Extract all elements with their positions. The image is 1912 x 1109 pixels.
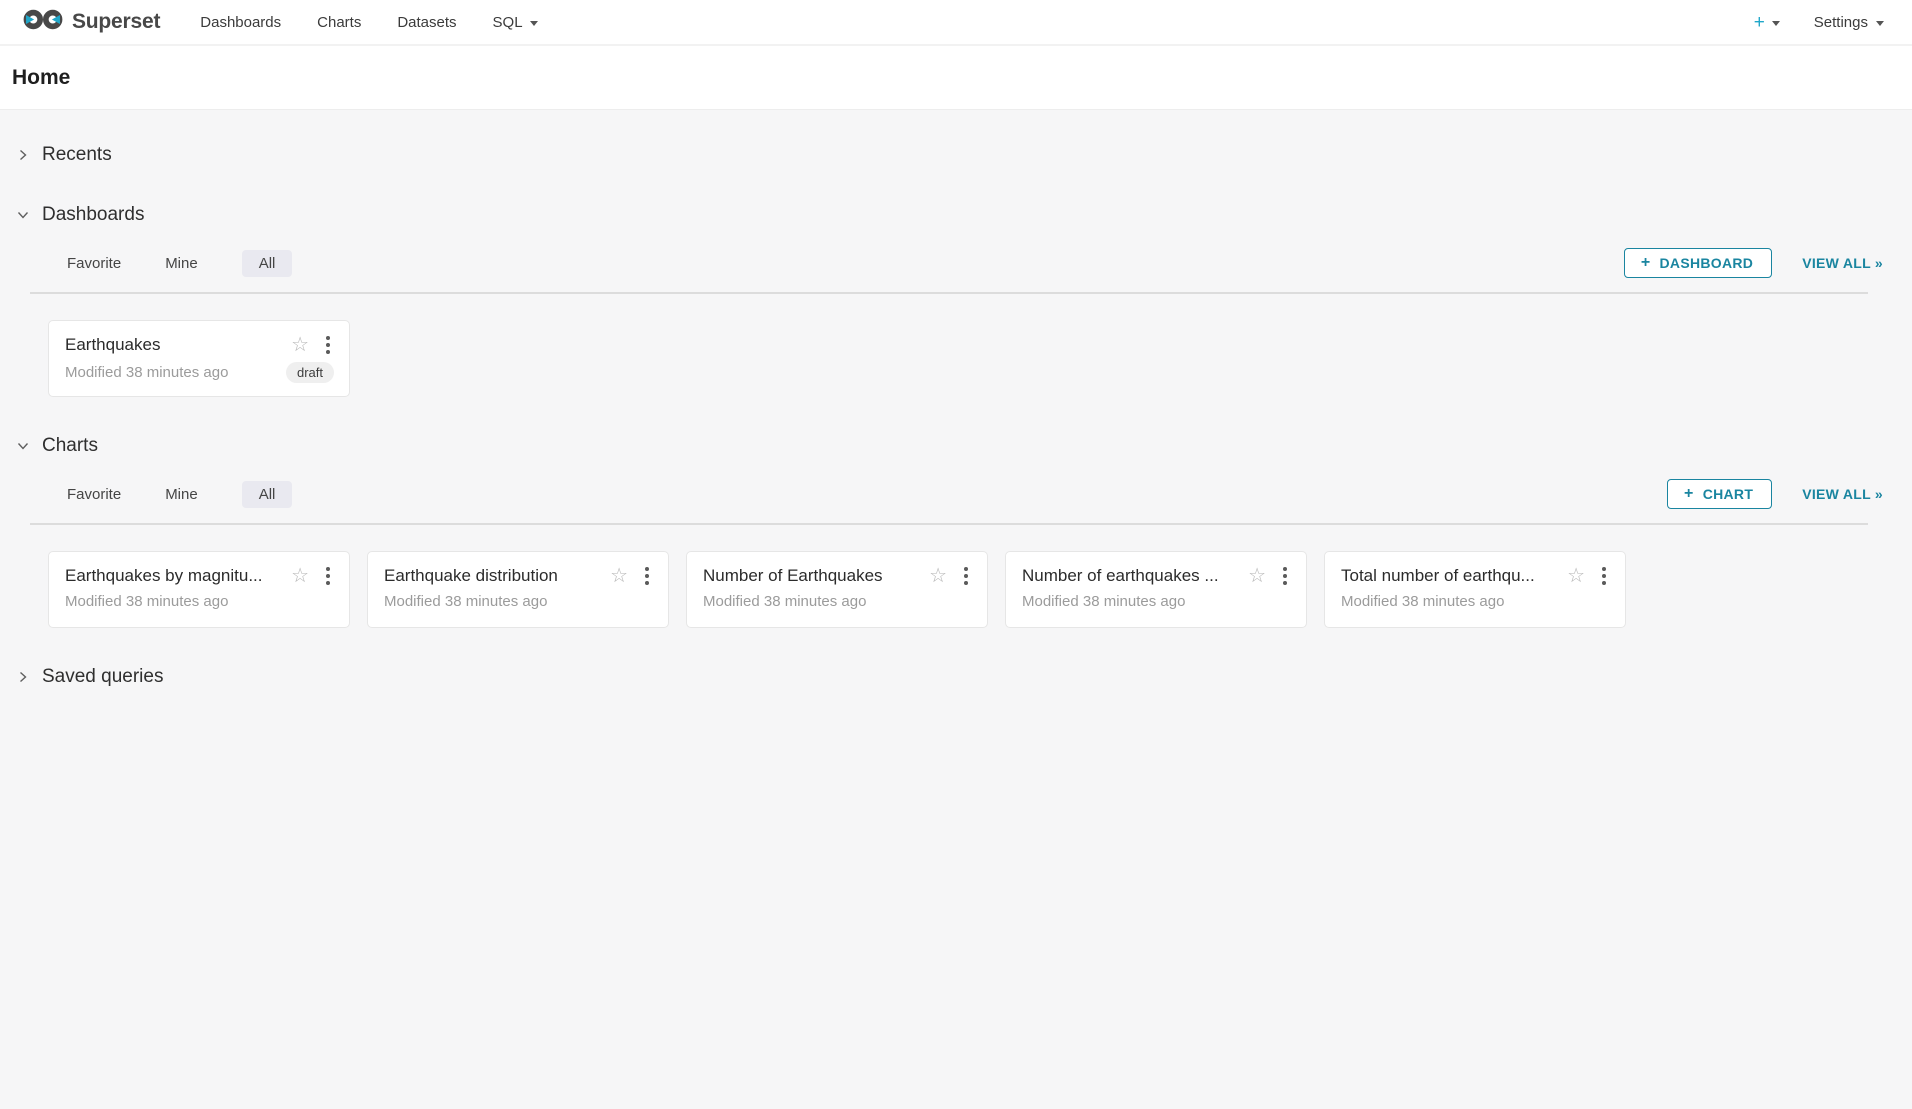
- superset-logo-icon: [22, 8, 64, 36]
- favorite-star-icon[interactable]: ☆: [291, 566, 309, 586]
- saved-queries-section-title: Saved queries: [42, 666, 163, 688]
- caret-down-icon: [1876, 21, 1884, 26]
- nav-item-dashboards[interactable]: Dashboards: [182, 14, 299, 31]
- nav-item-label: Datasets: [397, 14, 456, 31]
- card-modified-text: Modified 38 minutes ago: [65, 593, 228, 610]
- card-title-link[interactable]: Earthquakes by magnitu...: [65, 566, 283, 586]
- new-dashboard-button[interactable]: + DASHBOARD: [1624, 248, 1772, 278]
- nav-item-charts[interactable]: Charts: [299, 14, 379, 31]
- kebab-menu-icon[interactable]: [1279, 565, 1291, 587]
- page-title: Home: [12, 66, 1882, 90]
- nav-item-label: Charts: [317, 14, 361, 31]
- charts-tab-all[interactable]: All: [242, 481, 293, 508]
- card-modified-text: Modified 38 minutes ago: [65, 364, 228, 381]
- favorite-star-icon[interactable]: ☆: [1567, 566, 1585, 586]
- dashboards-tabs: Favorite Mine All: [67, 250, 292, 277]
- chevron-right-icon: [17, 671, 29, 683]
- card-modified-text: Modified 38 minutes ago: [384, 593, 547, 610]
- kebab-menu-icon[interactable]: [960, 565, 972, 587]
- dashboards-tab-all[interactable]: All: [242, 250, 293, 277]
- new-item-menu[interactable]: +: [1754, 13, 1780, 32]
- plus-icon: +: [1641, 255, 1651, 271]
- card-title-link[interactable]: Earthquake distribution: [384, 566, 602, 586]
- new-chart-button[interactable]: + CHART: [1667, 479, 1772, 509]
- entity-card[interactable]: Earthquakes ☆ Modified 38 minutes ago dr…: [48, 320, 350, 397]
- nav-item-label: SQL: [493, 14, 523, 31]
- kebab-menu-icon[interactable]: [322, 334, 334, 356]
- settings-menu[interactable]: Settings: [1814, 14, 1884, 31]
- card-modified-text: Modified 38 minutes ago: [703, 593, 866, 610]
- charts-section-toggle[interactable]: Charts: [0, 423, 1912, 469]
- charts-section-title: Charts: [42, 435, 98, 457]
- chevron-down-icon: [17, 209, 29, 221]
- charts-section: Charts Favorite Mine All + CHART VIEW ALL …: [0, 423, 1912, 630]
- plus-icon: +: [1754, 13, 1765, 32]
- recents-section-toggle[interactable]: Recents: [0, 132, 1912, 178]
- favorite-star-icon[interactable]: ☆: [1248, 566, 1266, 586]
- recents-section-title: Recents: [42, 144, 112, 166]
- dashboards-section-toggle[interactable]: Dashboards: [0, 192, 1912, 238]
- draft-badge: draft: [286, 362, 334, 383]
- entity-card[interactable]: Number of earthquakes ... ☆ Modified 38 …: [1005, 551, 1307, 628]
- charts-tab-mine[interactable]: Mine: [165, 481, 198, 508]
- nav-item-label: Dashboards: [200, 14, 281, 31]
- card-title-link[interactable]: Earthquakes: [65, 335, 283, 355]
- card-title-link[interactable]: Number of earthquakes ...: [1022, 566, 1240, 586]
- dashboards-tab-favorite[interactable]: Favorite: [67, 250, 121, 277]
- new-chart-button-label: CHART: [1703, 486, 1754, 502]
- caret-down-icon: [1772, 21, 1780, 26]
- nav-item-datasets[interactable]: Datasets: [379, 14, 474, 31]
- brand-name: Superset: [72, 10, 160, 34]
- entity-card[interactable]: Earthquake distribution ☆ Modified 38 mi…: [367, 551, 669, 628]
- card-modified-text: Modified 38 minutes ago: [1022, 593, 1185, 610]
- top-navbar: Superset Dashboards Charts Datasets SQL + S…: [0, 0, 1912, 46]
- favorite-star-icon[interactable]: ☆: [929, 566, 947, 586]
- plus-icon: +: [1684, 486, 1694, 502]
- charts-view-all-link[interactable]: VIEW ALL »: [1802, 486, 1883, 502]
- chevron-down-icon: [17, 440, 29, 452]
- settings-label: Settings: [1814, 14, 1868, 31]
- new-dashboard-button-label: DASHBOARD: [1660, 255, 1754, 271]
- charts-card-list: Earthquakes by magnitu... ☆ Modified 38 …: [0, 525, 1912, 630]
- dashboards-tab-mine[interactable]: Mine: [165, 250, 198, 277]
- favorite-star-icon[interactable]: ☆: [291, 335, 309, 355]
- card-title-link[interactable]: Total number of earthqu...: [1341, 566, 1559, 586]
- kebab-menu-icon[interactable]: [322, 565, 334, 587]
- card-title-link[interactable]: Number of Earthquakes: [703, 566, 921, 586]
- dashboards-section-title: Dashboards: [42, 204, 144, 226]
- dashboards-section: Dashboards Favorite Mine All + DASHBOARD V…: [0, 192, 1912, 399]
- charts-tabs: Favorite Mine All: [67, 481, 292, 508]
- charts-tab-favorite[interactable]: Favorite: [67, 481, 121, 508]
- superset-brand[interactable]: Superset: [22, 8, 160, 36]
- kebab-menu-icon[interactable]: [1598, 565, 1610, 587]
- chevron-right-icon: [17, 149, 29, 161]
- caret-down-icon: [530, 21, 538, 26]
- entity-card[interactable]: Earthquakes by magnitu... ☆ Modified 38 …: [48, 551, 350, 628]
- entity-card[interactable]: Total number of earthqu... ☆ Modified 38…: [1324, 551, 1626, 628]
- dashboards-view-all-link[interactable]: VIEW ALL »: [1802, 255, 1883, 271]
- nav-item-sql[interactable]: SQL: [475, 14, 556, 31]
- favorite-star-icon[interactable]: ☆: [610, 566, 628, 586]
- saved-queries-section-toggle[interactable]: Saved queries: [0, 654, 1912, 700]
- card-modified-text: Modified 38 minutes ago: [1341, 593, 1504, 610]
- dashboards-card-list: Earthquakes ☆ Modified 38 minutes ago dr…: [0, 294, 1912, 399]
- page-header: Home: [0, 46, 1912, 110]
- home-content: Recents Dashboards Favorite Mine All + DAS…: [0, 110, 1912, 1109]
- kebab-menu-icon[interactable]: [641, 565, 653, 587]
- entity-card[interactable]: Number of Earthquakes ☆ Modified 38 minu…: [686, 551, 988, 628]
